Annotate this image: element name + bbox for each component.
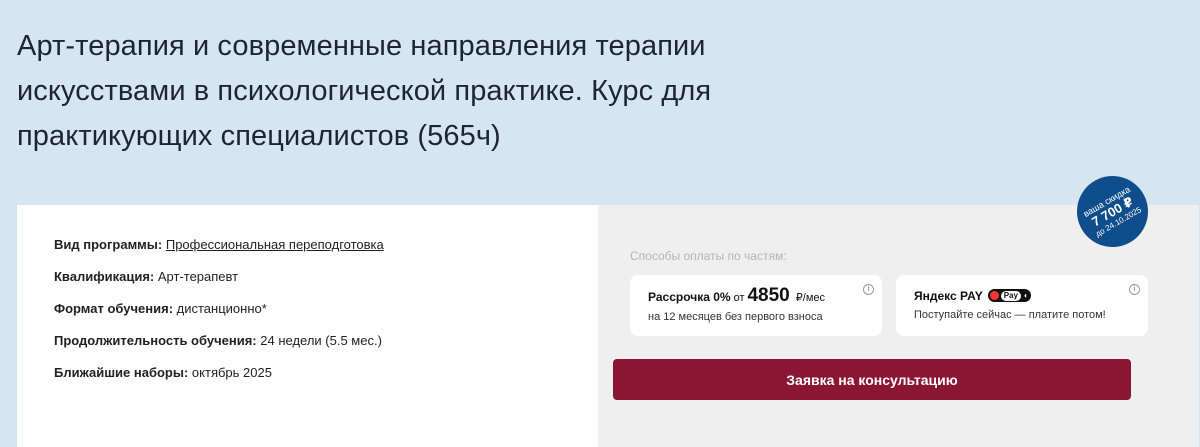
info-qualification: Квалификация: Арт-терапевт (54, 269, 598, 285)
info-icon[interactable]: i (1129, 284, 1140, 295)
program-type-link[interactable]: Профессиональная переподготовка (166, 237, 384, 252)
yandex-pay-header: Яндекс PAY Pay ◖ (914, 287, 1148, 305)
info-value: 24 недели (5.5 мес.) (260, 333, 382, 348)
yandex-pay-option[interactable]: Яндекс PAY Pay ◖ Поступайте сейчас — плат… (896, 275, 1148, 336)
yandex-pay-title: Яндекс PAY (914, 289, 983, 303)
installment-header: Рассрочка 0% от 4850 ₽/мес (648, 285, 882, 307)
info-value: октябрь 2025 (191, 365, 272, 380)
info-value: Арт-терапевт (157, 269, 239, 284)
installment-subtitle: на 12 месяцев без первого взноса (648, 311, 823, 323)
installment-unit: ₽/мес (795, 292, 826, 304)
payment-options: Рассрочка 0% от 4850 ₽/мес на 12 месяцев… (630, 275, 1199, 336)
payment-label: Способы оплаты по частям: (630, 249, 787, 263)
info-label: Вид программы: (54, 237, 163, 252)
installment-from: от (733, 292, 745, 304)
info-next-intake: Ближайшие наборы: октябрь 2025 (54, 365, 598, 381)
installment-title: Рассрочка 0% (648, 290, 731, 304)
page-title: Арт-терапия и современные направления те… (17, 30, 712, 152)
info-label: Формат обучения: (54, 301, 174, 316)
info-label: Ближайшие наборы: (54, 365, 189, 380)
info-icon[interactable]: i (863, 284, 874, 295)
installment-amount: 4850 (747, 285, 790, 306)
course-card: Вид программы: Профессиональная переподг… (17, 205, 1199, 447)
yandex-pay-badge-text: Pay (1000, 290, 1021, 301)
info-format: Формат обучения: дистанционно* (54, 301, 598, 317)
info-duration: Продолжительность обучения: 24 недели (5… (54, 333, 598, 349)
info-label: Продолжительность обучения: (54, 333, 257, 348)
course-info: Вид программы: Профессиональная переподг… (17, 205, 598, 447)
consultation-request-button[interactable]: Заявка на консультацию (613, 359, 1131, 400)
yandex-pay-subtitle: Поступайте сейчас — платите потом! (914, 309, 1106, 321)
info-program-type: Вид программы: Профессиональная переподг… (54, 237, 598, 253)
installment-option[interactable]: Рассрочка 0% от 4850 ₽/мес на 12 месяцев… (630, 275, 882, 336)
yandex-pay-logo-icon: Pay ◖ (987, 289, 1031, 302)
info-value: дистанционно* (176, 301, 267, 316)
info-label: Квалификация: (54, 269, 155, 284)
